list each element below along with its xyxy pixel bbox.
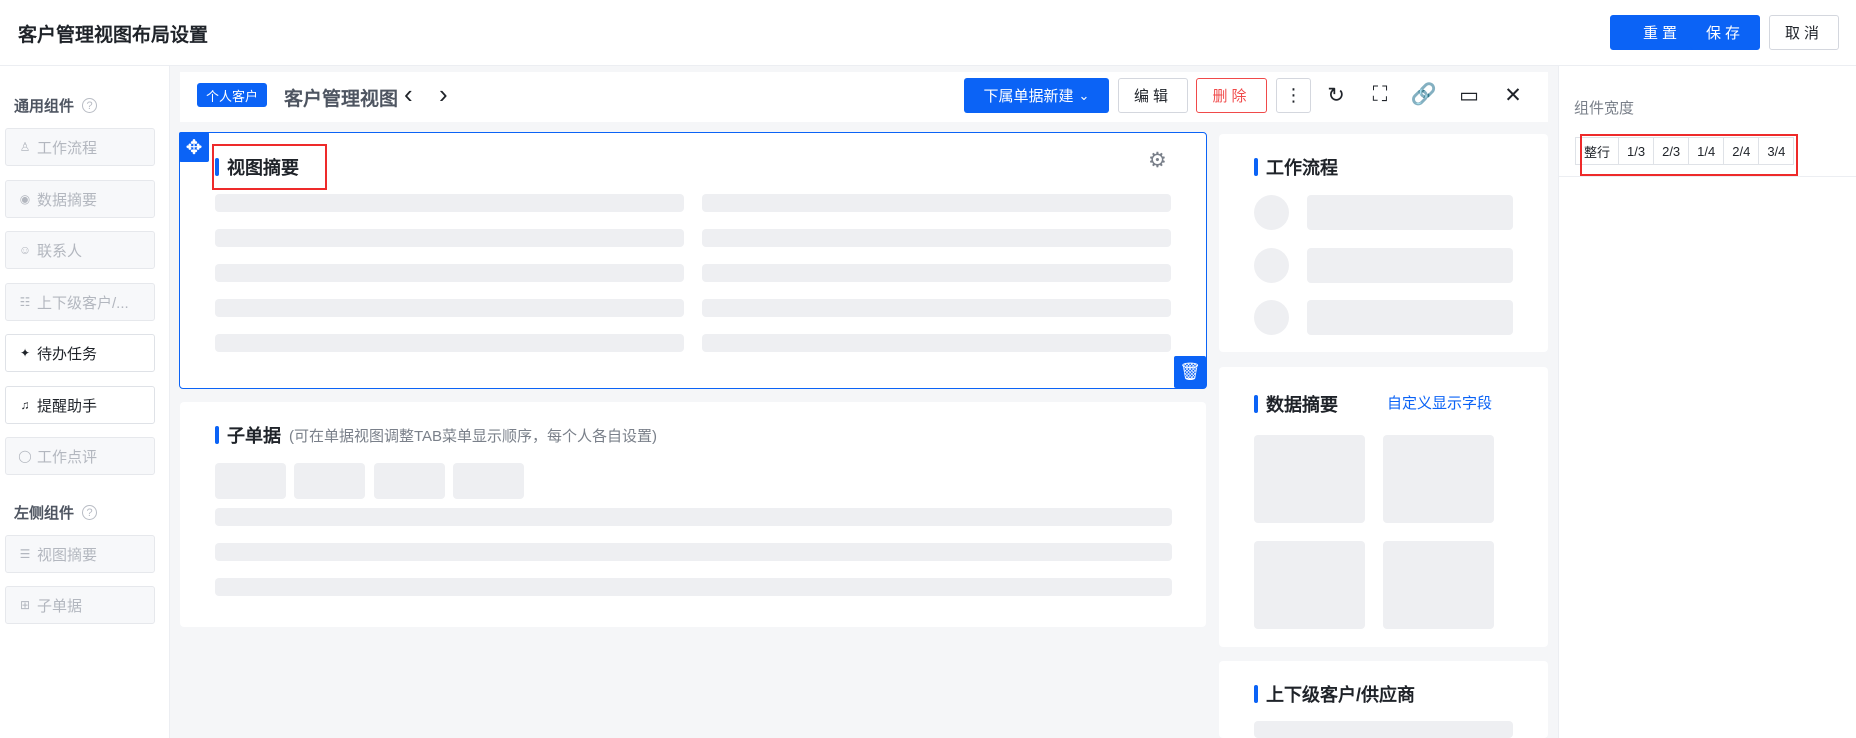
skeleton-line xyxy=(215,543,1172,561)
general-components-title: 通用组件 ? xyxy=(14,95,98,116)
skeleton-block xyxy=(1307,300,1513,335)
link-icon[interactable]: 🔗 xyxy=(1411,82,1437,108)
trash-icon[interactable]: 🗑 xyxy=(1174,356,1206,388)
help-icon[interactable]: ? xyxy=(82,98,98,113)
save-button[interactable]: 保存 xyxy=(1690,15,1760,50)
more-icon[interactable]: ⋮ xyxy=(1276,78,1311,113)
skeleton-line xyxy=(702,194,1171,212)
new-sub-document-button[interactable]: 下属单据新建 ⌄ xyxy=(964,78,1109,113)
skeleton-block xyxy=(1254,541,1365,629)
palette-item-hierarchy[interactable]: ☷ 上下级客户/... xyxy=(5,283,155,321)
workflow-title: 工作流程 xyxy=(1254,154,1338,180)
skeleton-tab xyxy=(215,463,286,499)
chevron-left-icon[interactable]: ‹ xyxy=(404,80,413,108)
skeleton-line xyxy=(215,334,684,352)
skeleton-tab xyxy=(374,463,445,499)
width-option-one-quarter[interactable]: 1/4 xyxy=(1689,138,1725,164)
dot-circle-icon: ◉ xyxy=(19,192,31,206)
delete-button[interactable]: 删除 xyxy=(1196,78,1267,113)
skeleton-block xyxy=(1383,541,1494,629)
skeleton-line xyxy=(215,264,684,282)
skeleton-line xyxy=(702,299,1171,317)
refresh-icon[interactable]: ↻ xyxy=(1323,82,1349,108)
palette-item-todo[interactable]: ✦ 待办任务 xyxy=(5,334,155,372)
gear-icon[interactable]: ⚙ xyxy=(1148,148,1167,173)
palette-item-data-summary[interactable]: ◉ 数据摘要 xyxy=(5,180,155,218)
user-outline-icon: ☺ xyxy=(18,243,32,257)
skeleton-line xyxy=(702,334,1171,352)
side-components-title: 左侧组件 ? xyxy=(14,502,98,523)
hierarchy-title: 上下级客户/供应商 xyxy=(1254,681,1415,707)
view-summary-title: 视图摘要 xyxy=(215,154,299,180)
skeleton-block xyxy=(1307,195,1513,230)
width-option-one-third[interactable]: 1/3 xyxy=(1619,138,1655,164)
skeleton-line xyxy=(702,229,1171,247)
skeleton-line xyxy=(215,578,1172,596)
fullscreen-icon[interactable]: ⛶ xyxy=(1367,82,1393,108)
palette-item-work-review[interactable]: ◯ 工作点评 xyxy=(5,437,155,475)
custom-fields-link[interactable]: 自定义显示字段 xyxy=(1387,392,1492,413)
skeleton-line xyxy=(215,194,684,212)
edit-button[interactable]: 编辑 xyxy=(1118,78,1188,113)
component-width-selector: 整行 1/3 2/3 1/4 2/4 3/4 xyxy=(1575,137,1795,165)
skeleton-line xyxy=(215,508,1172,526)
skeleton-line xyxy=(215,229,684,247)
skeleton-line xyxy=(702,264,1171,282)
skeleton-block xyxy=(1307,248,1513,283)
laptop-icon[interactable]: ▭ xyxy=(1456,82,1482,108)
skeleton-avatar xyxy=(1254,300,1289,335)
bell-icon: ♫ xyxy=(20,398,30,412)
palette-item-workflow[interactable]: ♙ 工作流程 xyxy=(5,128,155,166)
page-title: 客户管理视图布局设置 xyxy=(18,25,209,46)
skeleton-avatar xyxy=(1254,248,1289,283)
chevron-right-icon[interactable]: › xyxy=(439,80,448,108)
width-option-three-quarters[interactable]: 3/4 xyxy=(1759,138,1794,164)
hierarchy-icon: ☷ xyxy=(19,295,31,309)
sub-documents-hint: (可在单据视图调整TAB菜单显示顺序，每个人各自设置) xyxy=(289,427,658,445)
list-icon: ☰ xyxy=(19,547,31,561)
close-icon[interactable]: ✕ xyxy=(1500,82,1526,108)
skeleton-avatar xyxy=(1254,195,1289,230)
width-option-full[interactable]: 整行 xyxy=(1576,138,1620,164)
data-summary-title: 数据摘要 xyxy=(1254,391,1338,417)
view-title: 客户管理视图 xyxy=(284,89,399,110)
person-icon: ♙ xyxy=(19,140,31,154)
skeleton-line xyxy=(215,299,684,317)
width-option-two-thirds[interactable]: 2/3 xyxy=(1654,138,1690,164)
sub-documents-title: 子单据 (可在单据视图调整TAB菜单显示顺序，每个人各自设置) xyxy=(215,422,657,448)
customer-type-tag: 个人客户 xyxy=(197,83,268,107)
comment-icon: ◯ xyxy=(18,449,32,463)
palette-item-view-summary[interactable]: ☰ 视图摘要 xyxy=(5,535,155,573)
help-icon[interactable]: ? xyxy=(82,505,98,520)
skeleton-block xyxy=(1383,435,1494,523)
grid-icon: ⊞ xyxy=(19,598,31,612)
palette-item-contacts[interactable]: ☺ 联系人 xyxy=(5,231,155,269)
divider xyxy=(1559,176,1856,177)
skeleton-block xyxy=(1254,435,1365,523)
move-icon[interactable]: ✥ xyxy=(179,132,209,162)
skeleton-tab xyxy=(294,463,365,499)
component-width-label: 组件宽度 xyxy=(1574,100,1635,117)
cancel-button[interactable]: 取消 xyxy=(1769,15,1839,50)
skeleton-tab xyxy=(453,463,524,499)
property-panel xyxy=(1558,66,1856,738)
top-bar: 客户管理视图布局设置 重置 保存 取消 xyxy=(0,0,1856,66)
width-option-two-quarters[interactable]: 2/4 xyxy=(1724,138,1760,164)
palette-item-reminder[interactable]: ♫ 提醒助手 xyxy=(5,386,155,424)
pin-icon: ✦ xyxy=(19,346,31,360)
skeleton-block xyxy=(1254,721,1513,738)
chevron-down-icon: ⌄ xyxy=(1078,87,1090,103)
palette-item-sub-documents[interactable]: ⊞ 子单据 xyxy=(5,586,155,624)
